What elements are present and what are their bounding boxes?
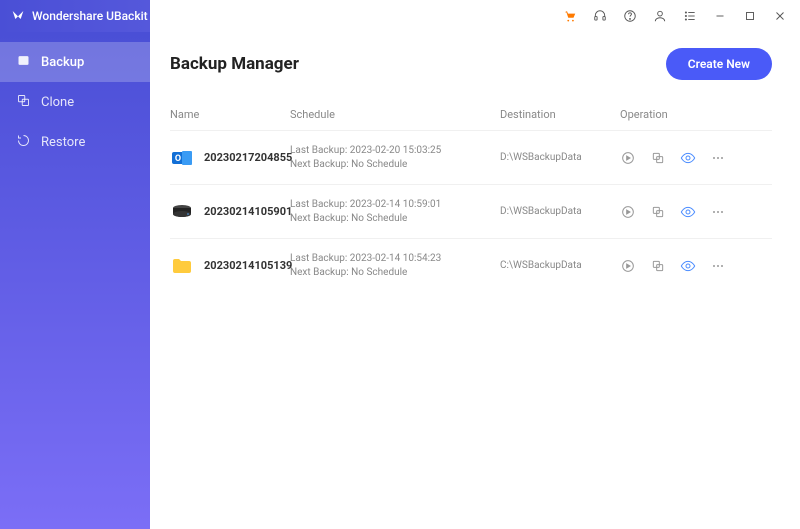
disk-icon bbox=[170, 200, 204, 224]
destination-path: D:\WSBackupData bbox=[500, 152, 620, 163]
main-panel: Backup Manager Create New Name Schedule … bbox=[150, 32, 800, 529]
user-icon[interactable] bbox=[646, 2, 674, 30]
col-header-destination: Destination bbox=[500, 108, 620, 121]
copy-icon[interactable] bbox=[650, 258, 666, 274]
folder-icon bbox=[170, 254, 204, 278]
cart-icon[interactable] bbox=[556, 2, 584, 30]
sidebar-item-clone[interactable]: Clone bbox=[0, 82, 150, 122]
col-header-schedule: Schedule bbox=[290, 108, 500, 121]
more-icon[interactable] bbox=[710, 204, 726, 220]
restore-icon bbox=[16, 133, 31, 152]
table-header: Name Schedule Destination Operation bbox=[170, 98, 772, 130]
copy-icon[interactable] bbox=[650, 204, 666, 220]
help-icon[interactable] bbox=[616, 2, 644, 30]
create-new-button[interactable]: Create New bbox=[666, 48, 772, 80]
outlook-icon: O bbox=[170, 146, 204, 170]
backup-name: 20230214105139 bbox=[204, 259, 290, 272]
next-backup: Next Backup: No Schedule bbox=[290, 212, 500, 226]
run-backup-icon[interactable] bbox=[620, 204, 636, 220]
last-backup: Last Backup: 2023-02-14 10:59:01 bbox=[290, 198, 500, 212]
table-row: 20230214105139 Last Backup: 2023-02-14 1… bbox=[170, 238, 772, 292]
run-backup-icon[interactable] bbox=[620, 258, 636, 274]
sidebar: Backup Clone Restore bbox=[0, 32, 150, 529]
backup-name: 20230214105901 bbox=[204, 205, 290, 218]
more-icon[interactable] bbox=[710, 150, 726, 166]
svg-text:O: O bbox=[175, 154, 181, 164]
sidebar-item-label: Restore bbox=[41, 135, 85, 150]
last-backup: Last Backup: 2023-02-14 10:54:23 bbox=[290, 252, 500, 266]
app-logo-icon bbox=[10, 7, 26, 26]
next-backup: Next Backup: No Schedule bbox=[290, 266, 500, 280]
destination-path: C:\WSBackupData bbox=[500, 260, 620, 271]
clone-icon bbox=[16, 93, 31, 112]
run-backup-icon[interactable] bbox=[620, 150, 636, 166]
maximize-button[interactable] bbox=[736, 2, 764, 30]
menu-list-icon[interactable] bbox=[676, 2, 704, 30]
sidebar-item-label: Backup bbox=[41, 55, 84, 70]
headset-icon[interactable] bbox=[586, 2, 614, 30]
last-backup: Last Backup: 2023-02-20 15:03:25 bbox=[290, 144, 500, 158]
col-header-operation: Operation bbox=[620, 108, 760, 121]
table-row: 20230214105901 Last Backup: 2023-02-14 1… bbox=[170, 184, 772, 238]
view-icon[interactable] bbox=[680, 258, 696, 274]
sidebar-item-backup[interactable]: Backup bbox=[0, 42, 150, 82]
app-brand: Wondershare UBackit bbox=[0, 7, 148, 26]
page-title: Backup Manager bbox=[170, 54, 299, 74]
backup-icon bbox=[16, 53, 31, 72]
sidebar-item-restore[interactable]: Restore bbox=[0, 122, 150, 162]
view-icon[interactable] bbox=[680, 150, 696, 166]
sidebar-item-label: Clone bbox=[41, 95, 74, 110]
app-title: Wondershare UBackit bbox=[32, 9, 148, 23]
minimize-button[interactable] bbox=[706, 2, 734, 30]
view-icon[interactable] bbox=[680, 204, 696, 220]
close-button[interactable] bbox=[766, 2, 794, 30]
next-backup: Next Backup: No Schedule bbox=[290, 158, 500, 172]
table-row: O 20230217204855 Last Backup: 2023-02-20… bbox=[170, 130, 772, 184]
copy-icon[interactable] bbox=[650, 150, 666, 166]
col-header-name: Name bbox=[170, 108, 290, 121]
more-icon[interactable] bbox=[710, 258, 726, 274]
destination-path: D:\WSBackupData bbox=[500, 206, 620, 217]
backup-name: 20230217204855 bbox=[204, 151, 290, 164]
